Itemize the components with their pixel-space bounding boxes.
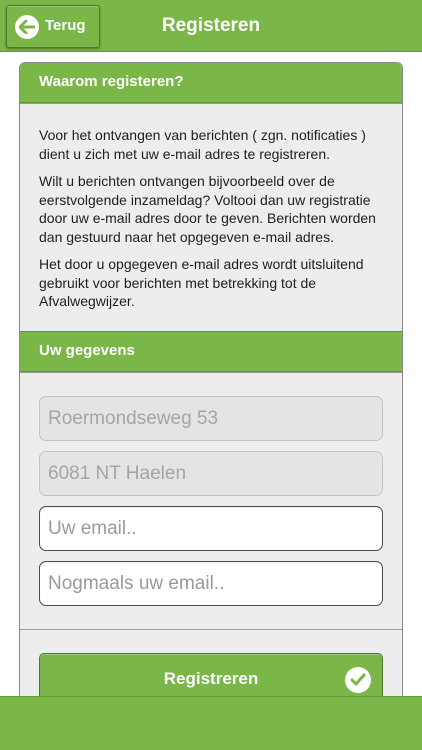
details-form: Roermondseweg 53 6081 NT Haelen Uw email… [20, 372, 402, 630]
checkmark-icon [345, 667, 371, 693]
email-field[interactable]: Uw email.. [39, 506, 383, 551]
your-details-heading: Uw gegevens [20, 331, 402, 372]
top-bar: Terug Registeren [0, 0, 422, 52]
postal-city-field: 6081 NT Haelen [39, 451, 383, 496]
intro-paragraph-3: Het door u opgegeven e-mail adres wordt … [39, 256, 364, 309]
back-button[interactable]: Terug [6, 5, 100, 48]
register-button-label: Registreren [163, 669, 259, 688]
email-repeat-field[interactable]: Nogmaals uw email.. [39, 561, 383, 606]
registration-card: Waarom registeren? Voor het ontvangen va… [19, 62, 403, 722]
bottom-bar [0, 696, 422, 750]
intro-paragraph-2: Wilt u berichten ontvangen bijvoorbeeld … [39, 173, 376, 245]
arrow-left-icon [15, 14, 39, 39]
intro-paragraph-1: Voor het ontvangen van berichten ( zgn. … [39, 127, 366, 162]
intro-text: Voor het ontvangen van berichten ( zgn. … [20, 103, 402, 331]
address-field: Roermondseweg 53 [39, 396, 383, 441]
back-button-label: Terug [45, 17, 86, 34]
why-register-heading: Waarom registeren? [20, 63, 402, 103]
